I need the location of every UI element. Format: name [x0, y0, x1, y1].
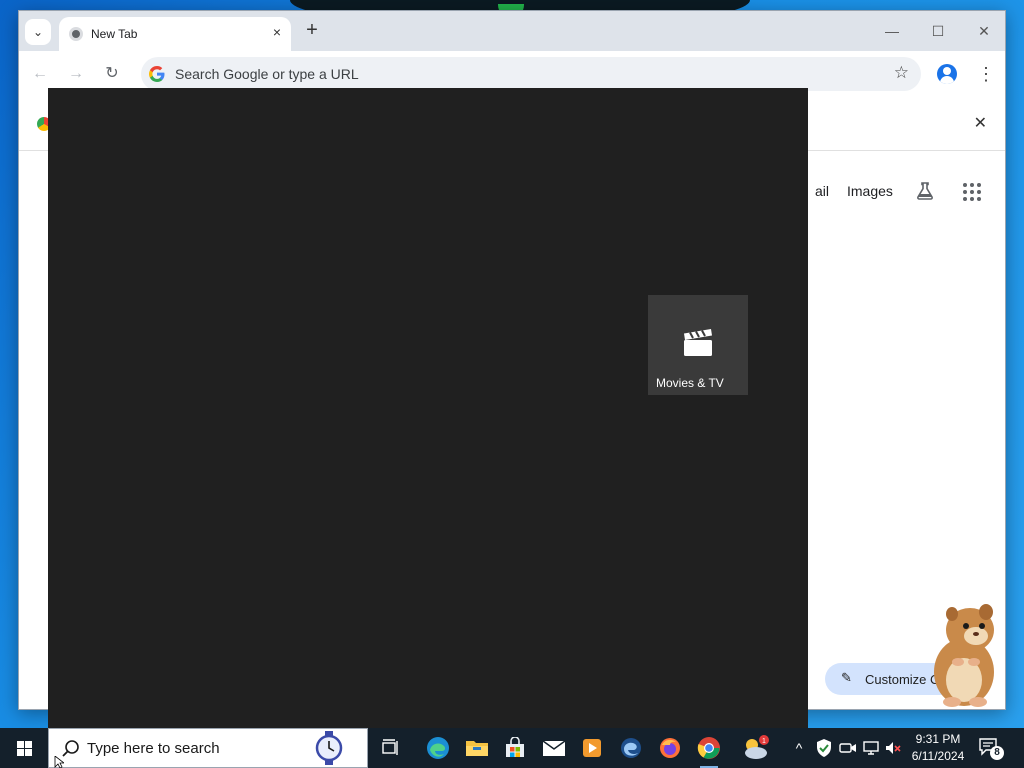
new-tab-button[interactable]: + — [301, 20, 323, 42]
taskbar-search-box[interactable] — [48, 728, 368, 768]
labs-flask-icon[interactable] — [915, 181, 935, 201]
start-button[interactable] — [0, 728, 48, 768]
taskbar-store[interactable] — [498, 732, 532, 764]
task-view-button[interactable] — [374, 732, 408, 764]
tab-close-icon[interactable]: × — [273, 24, 281, 40]
chrome-icon — [697, 737, 720, 759]
edge-icon — [427, 737, 449, 759]
taskbar-edge-legacy[interactable] — [614, 732, 648, 764]
chevron-down-icon: ⌄ — [32, 25, 44, 39]
omnibox-input[interactable] — [175, 57, 875, 91]
tab-new-tab[interactable]: New Tab × — [59, 17, 291, 51]
file-explorer-icon — [466, 741, 488, 756]
security-shield-icon[interactable] — [815, 738, 833, 758]
taskbar-search-input[interactable] — [87, 729, 307, 767]
google-g-icon — [149, 66, 165, 82]
show-hidden-icons-chevron[interactable]: ^ — [790, 738, 808, 758]
taskbar-file-explorer[interactable] — [460, 732, 494, 764]
weather-alert-badge: 1 — [762, 738, 766, 745]
weather-icon: 1 — [745, 735, 769, 759]
task-view-icon — [382, 739, 398, 755]
apps-grid-icon[interactable] — [963, 183, 981, 201]
close-window-button[interactable]: ✕ — [973, 21, 995, 41]
minimize-button[interactable]: — — [881, 21, 903, 41]
search-highlight-clock-icon — [315, 731, 343, 765]
system-clock[interactable]: 9:31 PM 6/11/2024 — [906, 731, 970, 765]
desktop-icon-stub[interactable] — [0, 354, 18, 372]
windows-logo-icon — [16, 740, 32, 756]
chrome-favicon — [69, 27, 83, 41]
clock-time: 9:31 PM — [915, 732, 961, 746]
mouse-cursor-icon — [54, 756, 64, 768]
meet-camera-icon[interactable] — [839, 738, 857, 758]
forward-button[interactable]: → — [65, 63, 87, 85]
taskbar-edge[interactable] — [421, 732, 455, 764]
desktop-icon-stub[interactable] — [0, 256, 18, 274]
hamster-assistant-character[interactable] — [918, 600, 1008, 710]
desktop-icon-stub[interactable] — [0, 452, 18, 470]
kebab-menu-icon[interactable]: ⋮ — [977, 63, 995, 85]
store-icon — [506, 737, 524, 757]
volume-muted-icon[interactable] — [884, 738, 902, 758]
clapperboard-icon — [684, 329, 712, 356]
media-player-icon — [583, 739, 601, 757]
images-link[interactable]: Images — [847, 183, 893, 199]
gmail-link[interactable]: ail — [815, 183, 829, 199]
magnifier-icon — [62, 740, 79, 757]
notification-center-button[interactable]: 8 — [978, 736, 1004, 760]
tab-strip: ⌄ New Tab × + — ☐ ✕ — [19, 11, 1005, 51]
taskbar-weather[interactable]: 1 — [738, 732, 772, 764]
maximize-button[interactable]: ☐ — [927, 21, 949, 41]
bookmark-star-icon[interactable]: ☆ — [894, 63, 909, 83]
tab-title: New Tab — [91, 27, 138, 41]
start-search-panel: Movies & TV — [48, 88, 808, 728]
profile-icon[interactable] — [937, 64, 957, 84]
firefox-icon — [660, 738, 680, 758]
edge-legacy-icon — [621, 738, 641, 758]
taskbar-chrome[interactable] — [692, 732, 726, 768]
back-button[interactable]: ← — [29, 63, 51, 85]
omnibox[interactable]: ☆ — [141, 57, 921, 91]
tab-search-button[interactable]: ⌄ — [25, 19, 51, 45]
clock-date: 6/11/2024 — [911, 749, 965, 763]
network-icon[interactable] — [862, 738, 880, 758]
taskbar: 1 ^ 9:31 PM 6/11/2024 8 — [0, 728, 1024, 768]
taskbar-firefox[interactable] — [653, 732, 687, 764]
desktop-icon-stub[interactable] — [0, 58, 18, 76]
promo-close-icon[interactable]: ✕ — [974, 113, 987, 133]
pencil-icon: ✎ — [841, 670, 852, 685]
taskbar-mail[interactable] — [537, 732, 571, 764]
reload-button[interactable]: ↻ — [101, 63, 123, 85]
app-tile-label: Movies & TV — [656, 376, 724, 390]
mail-icon — [542, 740, 566, 756]
app-tile-movies-tv[interactable]: Movies & TV — [648, 295, 748, 395]
notification-count-badge: 8 — [990, 746, 1004, 760]
taskbar-media-player[interactable] — [575, 732, 609, 764]
